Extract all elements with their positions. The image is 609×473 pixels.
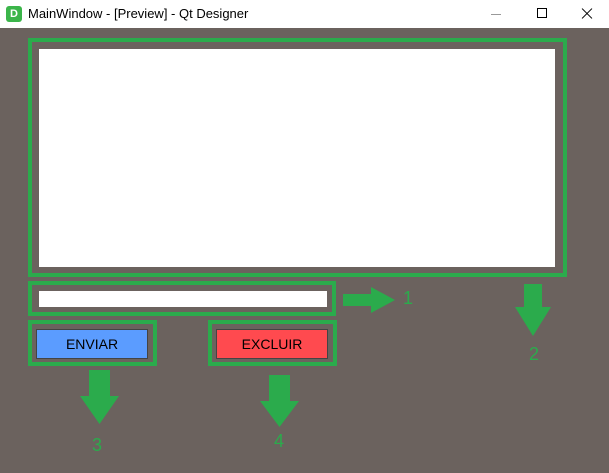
arrow-down-icon	[515, 284, 551, 336]
arrow-down-icon	[260, 375, 299, 427]
window-title: MainWindow - [Preview] - Qt Designer	[28, 6, 249, 21]
annotation-label-4: 4	[274, 431, 285, 451]
close-button[interactable]	[563, 0, 609, 28]
qt-designer-icon: D	[6, 6, 22, 22]
arrow-down-icon	[80, 370, 119, 424]
annotation-label-1: 1	[403, 288, 414, 308]
message-text-area[interactable]	[37, 47, 557, 269]
title-bar: D MainWindow - [Preview] - Qt Designer	[0, 0, 609, 28]
minimize-button[interactable]	[473, 0, 519, 28]
send-button[interactable]: ENVIAR	[36, 329, 148, 359]
annotation-label-3: 3	[92, 435, 103, 455]
annotation-label-2: 2	[529, 344, 540, 364]
message-line-edit[interactable]	[37, 289, 329, 309]
maximize-button[interactable]	[519, 0, 565, 28]
delete-button[interactable]: EXCLUIR	[216, 329, 328, 359]
arrow-right-icon	[343, 287, 395, 313]
